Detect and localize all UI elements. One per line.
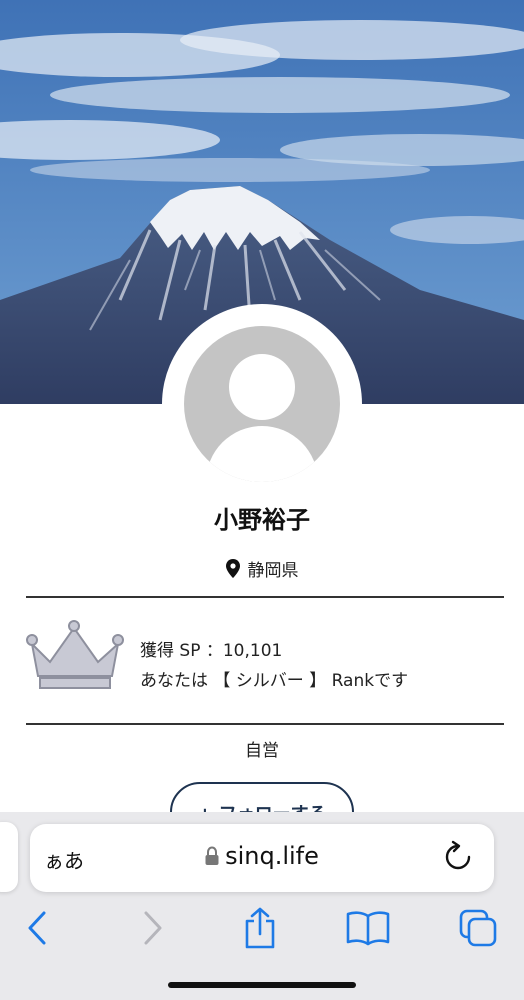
back-button[interactable] (14, 904, 62, 952)
divider (26, 596, 504, 598)
tabs-icon (459, 909, 497, 947)
chevron-left-icon (28, 911, 46, 945)
bookmarks-button[interactable] (344, 904, 392, 952)
profile-name: 小野裕子 (214, 506, 310, 534)
book-icon (346, 911, 390, 946)
avatar[interactable] (184, 326, 340, 482)
rank-section: 獲得 SP ：10,101 あなたは 【 シルバー 】 Rankです (26, 618, 504, 698)
chevron-right-icon (144, 911, 162, 945)
sp-label: 獲得 SP ：10,101 (140, 641, 283, 661)
rank-label: あなたは 【 シルバー 】 Rankです (140, 671, 409, 691)
reload-icon[interactable] (442, 840, 474, 874)
profile-location: 静岡県 (0, 556, 524, 581)
tabs-button[interactable] (454, 904, 502, 952)
crown-icon (26, 620, 124, 689)
home-indicator[interactable] (168, 982, 356, 988)
url-text: sinq.life (225, 842, 319, 870)
browser-nav-toolbar (0, 900, 524, 956)
forward-button[interactable] (128, 904, 176, 952)
url-display[interactable]: sinq.life (30, 842, 494, 870)
divider (26, 723, 504, 725)
avatar-placeholder-head (229, 354, 295, 420)
map-pin-icon (225, 559, 240, 578)
profile-occupation: 自営 (245, 741, 279, 761)
share-icon (245, 907, 275, 949)
lock-icon (205, 846, 219, 865)
avatar-placeholder-body (206, 426, 318, 482)
location-label: 静岡県 (247, 561, 299, 581)
previous-tab-preview[interactable] (0, 822, 18, 892)
address-bar[interactable]: ぁあ sinq.life (30, 824, 494, 892)
share-button[interactable] (236, 904, 284, 952)
